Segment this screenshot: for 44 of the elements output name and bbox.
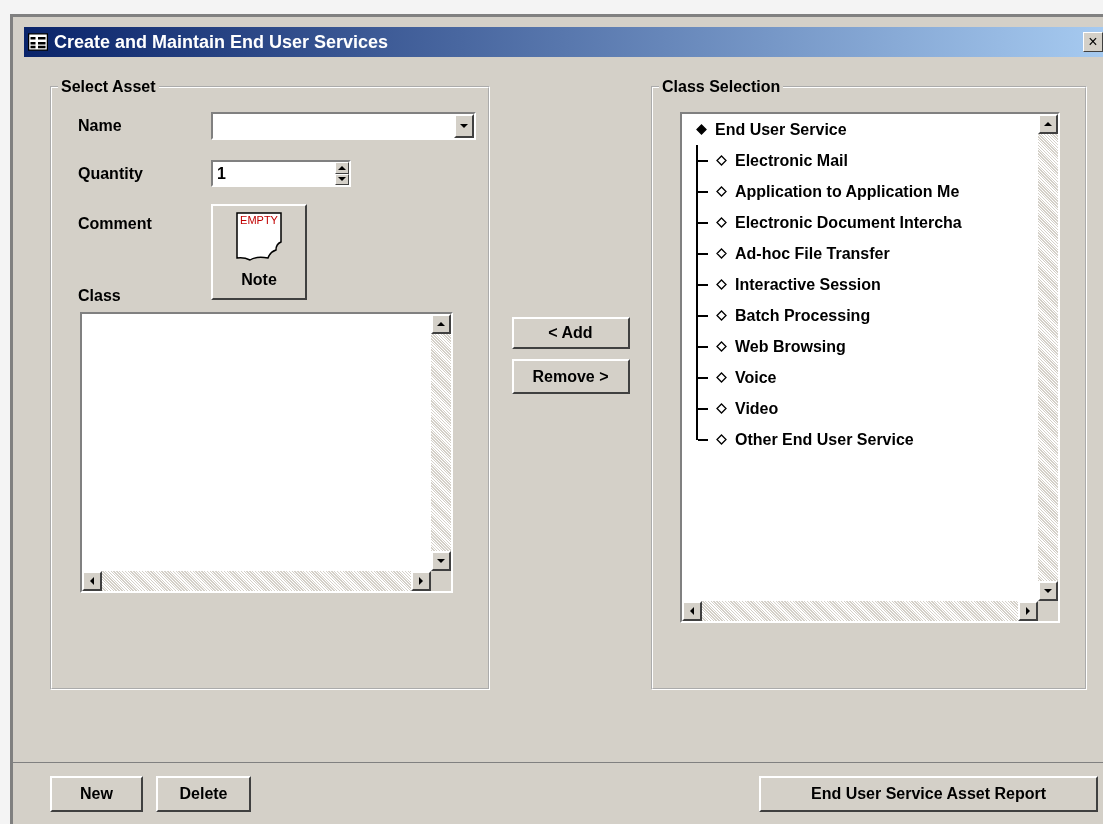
scroll-left-button[interactable] (682, 601, 702, 621)
class-tree[interactable]: End User Service Electronic Mail Application to Application Me Electronic Document Intercha Ad-hoc File Transfer Interactive Session Batch Processing Web Browsing Voice Video Other End User Service (680, 112, 1060, 623)
horizontal-scrollbar[interactable] (682, 601, 1038, 621)
horizontal-scrollbar[interactable] (82, 571, 431, 591)
form-icon (28, 33, 48, 51)
list-action-button[interactable]: Remove > (511, 359, 630, 394)
tree-item[interactable]: Interactive Session (735, 272, 881, 297)
tree-item[interactable]: Batch Processing (735, 303, 871, 328)
footer-button[interactable]: End User Service Asset Report (759, 775, 1098, 812)
scrollbar-corner (431, 571, 451, 591)
name-dropdown[interactable] (211, 112, 476, 140)
quantity-spinner[interactable]: 1 (211, 160, 351, 187)
vertical-scrollbar[interactable] (431, 314, 451, 571)
tree-item[interactable]: Web Browsing (735, 334, 846, 359)
field-label: Quantity (78, 164, 143, 182)
scroll-up-button[interactable] (1038, 114, 1058, 134)
close-button[interactable]: × (1083, 32, 1103, 52)
field-label: Comment (78, 215, 152, 232)
scroll-right-button[interactable] (411, 571, 431, 591)
window-title: Create and Maintain End User Services (54, 31, 389, 52)
vertical-scrollbar[interactable] (1038, 114, 1058, 601)
tree-item[interactable]: Ad-hoc File Transfer (735, 241, 890, 266)
tree-item[interactable]: Electronic Document Intercha (735, 210, 962, 235)
tree-item[interactable]: End User Service (715, 117, 847, 142)
scroll-down-button[interactable] (431, 551, 451, 571)
tree-item[interactable]: Other End User Service (735, 427, 914, 452)
list-action-button[interactable]: < Add (511, 317, 630, 349)
footer-button[interactable]: Delete (156, 775, 251, 812)
scroll-up-button[interactable] (431, 314, 451, 334)
footer-button[interactable]: New (50, 775, 143, 812)
note-paper-icon: EMPTY (236, 212, 282, 262)
note-button[interactable]: EMPTY Note (211, 204, 307, 300)
field-label: Class (78, 287, 121, 304)
tree-item[interactable]: Application to Application Me (735, 179, 960, 204)
scroll-down-button[interactable] (1038, 581, 1058, 601)
scroll-right-button[interactable] (1018, 601, 1038, 621)
tree-item[interactable]: Electronic Mail (735, 148, 848, 173)
spin-up-button[interactable] (335, 162, 349, 174)
tree-item[interactable]: Voice (735, 365, 777, 390)
scroll-left-button[interactable] (82, 571, 102, 591)
tree-item[interactable]: Video (735, 396, 779, 421)
scrollbar-corner (1038, 601, 1058, 621)
field-label: Name (78, 117, 122, 134)
dropdown-button[interactable] (454, 114, 474, 138)
